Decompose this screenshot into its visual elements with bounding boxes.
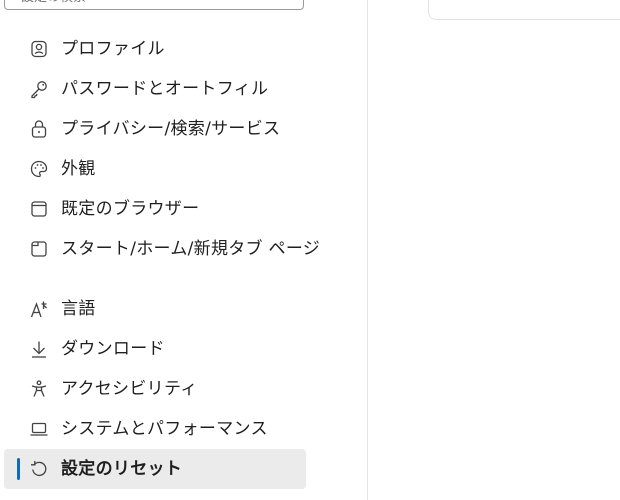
- sidebar-item-downloads[interactable]: ダウンロード: [4, 329, 306, 369]
- sidebar-item-label: システムとパフォーマンス: [61, 419, 268, 439]
- settings-search-box[interactable]: [4, 0, 304, 10]
- content-card: [428, 0, 620, 20]
- home-page-icon: [29, 239, 49, 259]
- sidebar-item-label: 設定のリセット: [61, 459, 183, 479]
- sidebar-item-reset-settings[interactable]: 設定のリセット: [4, 449, 306, 489]
- profile-icon: [29, 39, 49, 59]
- language-icon: [29, 299, 49, 319]
- sidebar-item-label: アクセシビリティ: [61, 379, 198, 399]
- lock-icon: [29, 119, 49, 139]
- sidebar-item-appearance[interactable]: 外観: [4, 149, 306, 189]
- key-icon: [29, 79, 49, 99]
- sidebar-item-label: スタート/ホーム/新規タブ ページ: [61, 239, 321, 259]
- sidebar-item-label: プライバシー/検索/サービス: [61, 119, 281, 139]
- palette-icon: [29, 159, 49, 179]
- sidebar-item-accessibility[interactable]: アクセシビリティ: [4, 369, 306, 409]
- selected-indicator: [17, 458, 20, 480]
- sidebar-item-profiles[interactable]: プロファイル: [4, 29, 306, 69]
- browser-window-icon: [29, 199, 49, 219]
- settings-window: プロファイル パスワードとオートフィル プライバシー: [0, 0, 620, 500]
- sidebar-item-label: パスワードとオートフィル: [61, 79, 269, 99]
- sidebar-item-languages[interactable]: 言語: [4, 289, 306, 329]
- reset-icon: [29, 459, 49, 479]
- sidebar-item-default-browser[interactable]: 既定のブラウザー: [4, 189, 306, 229]
- sidebar-item-label: 既定のブラウザー: [61, 199, 200, 219]
- settings-sidebar: プロファイル パスワードとオートフィル プライバシー: [0, 0, 367, 500]
- search-input[interactable]: [19, 0, 283, 6]
- sidebar-divider: [367, 0, 368, 500]
- accessibility-icon: [29, 379, 49, 399]
- laptop-icon: [29, 419, 49, 439]
- sidebar-item-system-performance[interactable]: システムとパフォーマンス: [4, 409, 306, 449]
- sidebar-item-label: 言語: [61, 299, 96, 319]
- sidebar-item-label: ダウンロード: [61, 339, 165, 359]
- sidebar-item-passwords[interactable]: パスワードとオートフィル: [4, 69, 306, 109]
- sidebar-item-start-home-newtab[interactable]: スタート/ホーム/新規タブ ページ: [4, 229, 320, 269]
- sidebar-item-label: 外観: [61, 159, 96, 179]
- sidebar-item-label: プロファイル: [61, 39, 165, 59]
- download-icon: [29, 339, 49, 359]
- sidebar-item-privacy[interactable]: プライバシー/検索/サービス: [4, 109, 306, 149]
